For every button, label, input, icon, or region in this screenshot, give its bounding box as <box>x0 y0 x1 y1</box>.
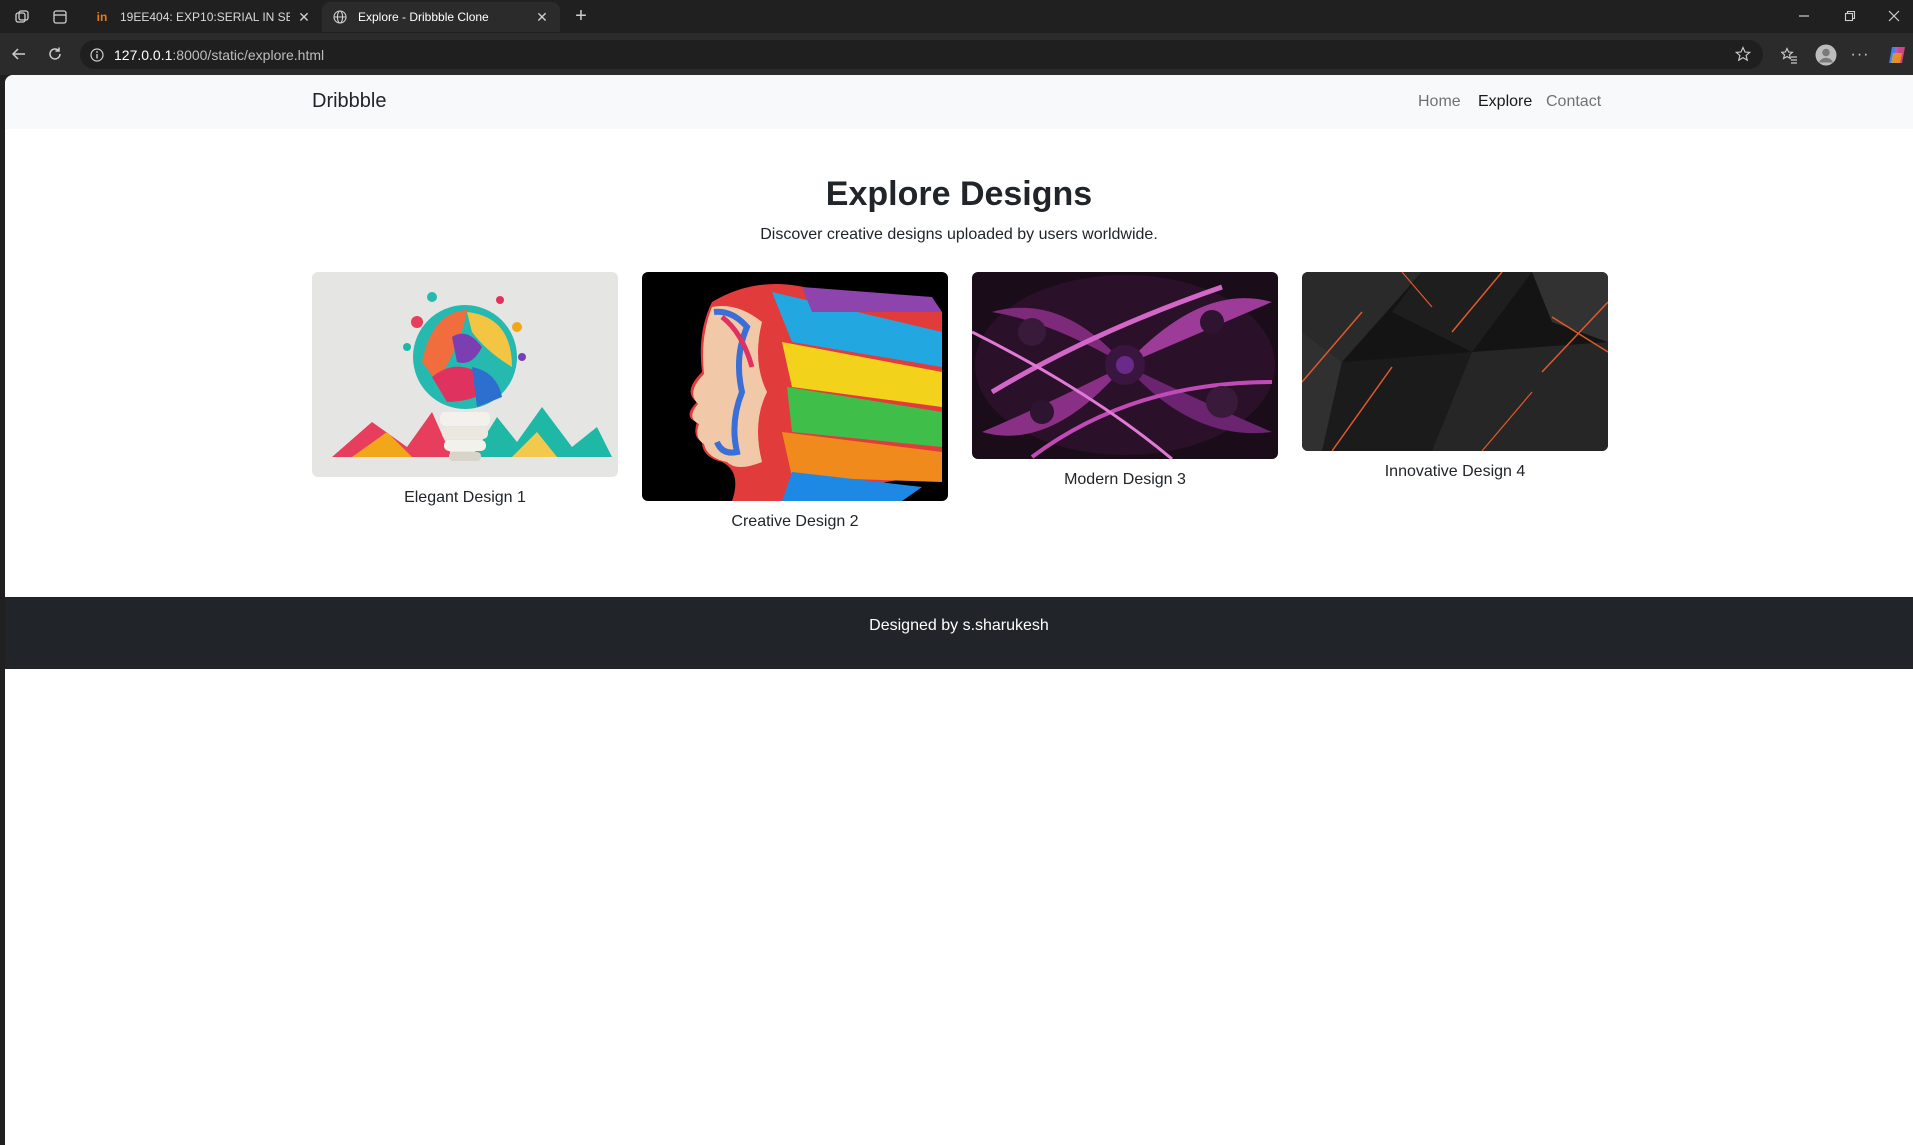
design-image-face[interactable] <box>642 272 948 501</box>
address-bar[interactable]: 127.0.0.1:8000/static/explore.html <box>80 40 1763 69</box>
globe-icon <box>332 9 348 25</box>
design-card[interactable]: Modern Design 3 <box>972 272 1278 489</box>
close-window-icon[interactable] <box>1880 6 1908 26</box>
nav-link-explore[interactable]: Explore <box>1478 93 1532 111</box>
design-image-geometric[interactable] <box>1302 272 1608 451</box>
design-caption: Creative Design 2 <box>731 513 859 530</box>
page-subtitle: Discover creative designs uploaded by us… <box>760 226 1158 243</box>
web-page: Dribbble Home Explore Contact Explore De… <box>5 75 1913 1145</box>
nav-link-contact[interactable]: Contact <box>1546 93 1601 111</box>
tab-title: 19EE404: EXP10:SERIAL IN SERIAL <box>120 10 290 24</box>
tab-title: Explore - Dribbble Clone <box>358 10 489 24</box>
page-title: Explore Designs <box>825 175 1093 213</box>
site-navbar: Dribbble Home Explore Contact <box>5 75 1913 129</box>
site-footer: Designed by s.sharukesh <box>5 597 1913 669</box>
footer-credit: Designed by s.sharukesh <box>869 617 1049 634</box>
restore-icon[interactable] <box>1836 6 1864 26</box>
refresh-icon[interactable] <box>44 43 66 65</box>
url-path: :8000/static/explore.html <box>172 46 325 63</box>
design-caption: Modern Design 3 <box>1064 471 1186 488</box>
design-card[interactable]: Creative Design 2 <box>642 272 948 531</box>
design-caption: Elegant Design 1 <box>404 489 526 506</box>
design-image-lightbulb[interactable] <box>312 272 618 477</box>
close-tab-icon[interactable]: ✕ <box>534 9 550 26</box>
copilot-icon[interactable] <box>1884 42 1910 68</box>
design-caption: Innovative Design 4 <box>1384 463 1526 480</box>
profile-avatar-icon[interactable] <box>1813 42 1839 68</box>
more-options-icon[interactable]: ··· <box>1848 43 1872 67</box>
url-host: 127.0.0.1 <box>114 46 173 63</box>
workspaces-icon[interactable] <box>12 7 32 27</box>
new-tab-icon[interactable]: + <box>570 5 592 27</box>
back-arrow-icon[interactable] <box>8 43 30 65</box>
minimize-icon[interactable] <box>1790 6 1818 26</box>
design-card[interactable]: Innovative Design 4 <box>1302 272 1608 481</box>
browser-tab-strip: in 19EE404: EXP10:SERIAL IN SERIAL ✕ Exp… <box>0 0 1913 33</box>
design-image-fractal[interactable] <box>972 272 1278 459</box>
design-card[interactable]: Elegant Design 1 <box>312 272 618 507</box>
browser-tab-active[interactable]: Explore - Dribbble Clone ✕ <box>322 2 560 32</box>
tab-actions-icon[interactable] <box>50 7 70 27</box>
browser-tab[interactable]: in 19EE404: EXP10:SERIAL IN SERIAL ✕ <box>84 2 322 32</box>
favorites-icon[interactable] <box>1777 43 1801 67</box>
in-logo-icon: in <box>96 10 108 24</box>
site-info-icon[interactable] <box>80 47 114 62</box>
close-tab-icon[interactable]: ✕ <box>296 9 312 26</box>
brand-link[interactable]: Dribbble <box>312 90 386 113</box>
nav-link-home[interactable]: Home <box>1418 93 1461 111</box>
favorite-star-icon[interactable] <box>1734 46 1752 65</box>
